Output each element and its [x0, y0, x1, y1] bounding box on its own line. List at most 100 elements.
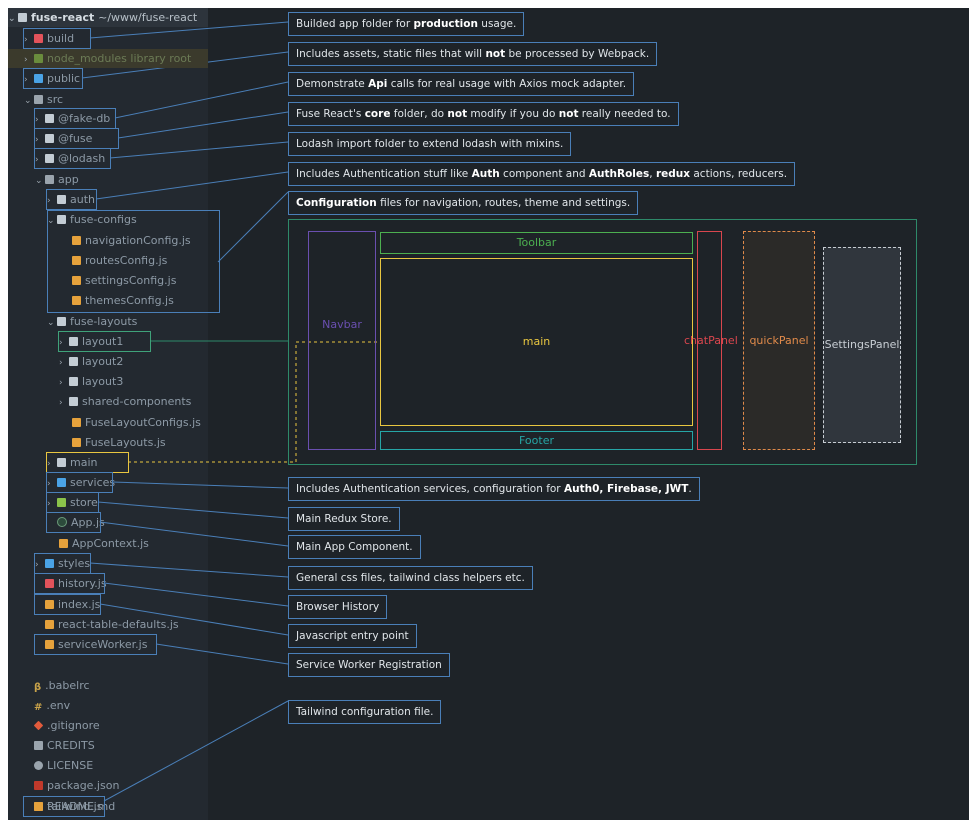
layout-toolbar: Toolbar: [380, 232, 693, 254]
env-icon: #: [34, 702, 43, 713]
tree-item-label: LICENSE: [47, 759, 94, 772]
tree-item-fuse-layouts[interactable]: ⌄ fuse-layouts: [47, 312, 137, 331]
tree-item-layout3[interactable]: › layout3: [59, 372, 123, 391]
layout-quickpanel: quickPanel: [743, 231, 815, 450]
tree-item-app[interactable]: ⌄ app: [35, 170, 79, 189]
annotation-build: Builded app folder for production usage.: [288, 12, 525, 36]
tree-item-label: .env: [46, 699, 71, 712]
tree-item-label: layout3: [82, 375, 124, 388]
tree-item-app-js[interactable]: App.js: [46, 512, 105, 533]
tree-item-label: .gitignore: [47, 719, 100, 732]
tree-item-node-modules[interactable]: › node_modules library root: [8, 49, 208, 68]
tree-item-fuse[interactable]: › @fuse: [34, 128, 119, 149]
tree-item-label: AppContext.js: [72, 537, 149, 550]
tree-item-main[interactable]: › main: [46, 452, 129, 473]
git-icon: [33, 720, 44, 731]
tree-item-label: navigationConfig.js: [85, 234, 191, 247]
tree-item-label: layout1: [82, 335, 124, 348]
tree-item-label: @fuse: [58, 132, 93, 145]
tree-item-tailwind[interactable]: tailwind.js: [23, 796, 105, 817]
tree-item-credits[interactable]: CREDITS: [34, 736, 95, 755]
tree-item-label: FuseLayouts.js: [85, 436, 166, 449]
tree-item-label: services: [70, 476, 116, 489]
tree-item-index[interactable]: index.js: [34, 594, 101, 615]
tree-item-fuse-configs[interactable]: ⌄ fuse-configs: [47, 210, 137, 229]
tree-item-label: serviceWorker.js: [58, 638, 148, 651]
tree-item-label: index.js: [58, 598, 101, 611]
tree-item-gitignore[interactable]: .gitignore: [33, 716, 100, 735]
tree-item-build[interactable]: › build: [23, 28, 91, 49]
tree-item-shared-components[interactable]: › shared-components: [59, 392, 191, 411]
annotation-styles: General css files, tailwind class helper…: [288, 566, 533, 590]
tree-item-services[interactable]: › services: [46, 472, 116, 493]
tree-item-auth[interactable]: › auth: [46, 189, 97, 210]
tree-item-navigation-config[interactable]: navigationConfig.js: [72, 231, 191, 250]
tree-item-babelrc[interactable]: β .babelrc: [34, 676, 90, 695]
annotation-fuse: Fuse React's core folder, do not modify …: [288, 102, 679, 126]
tree-item-label: history.js: [58, 577, 107, 590]
tree-item-label: .babelrc: [45, 679, 90, 692]
npm-icon: [34, 781, 43, 790]
tree-item-label: tailwind.js: [47, 800, 103, 813]
layout-chatpanel: chatPanel: [684, 231, 738, 450]
tree-item-label: auth: [70, 193, 95, 206]
tree-item-package-json[interactable]: package.json: [34, 776, 119, 795]
tree-item-fuse-layouts-js[interactable]: FuseLayouts.js: [72, 433, 166, 452]
tree-item-label: main: [70, 456, 98, 469]
annotation-lodash: Lodash import folder to extend lodash wi…: [288, 132, 572, 156]
tree-item-service-worker[interactable]: serviceWorker.js: [34, 634, 157, 655]
tree-item-themes-config[interactable]: themesConfig.js: [72, 291, 174, 310]
diagram-stage: ⌄ fuse-react ~/www/fuse-react › build › nod…: [0, 0, 978, 826]
tree-item-routes-config[interactable]: routesConfig.js: [72, 251, 167, 270]
tree-item-label: @fake-db: [58, 112, 111, 125]
annotation-public: Includes assets, static files that will …: [288, 42, 658, 66]
tree-item-label: app: [58, 173, 79, 186]
tree-item-label: build: [47, 32, 75, 45]
tree-item-public[interactable]: › public: [23, 68, 83, 89]
tree-item-label: fuse-configs: [70, 213, 137, 226]
tree-item-fake-db[interactable]: › @fake-db: [34, 108, 116, 129]
tree-item-label: App.js: [71, 516, 105, 529]
tree-root-label: fuse-react: [31, 11, 95, 24]
annotation-serviceworker: Service Worker Registration: [288, 653, 450, 677]
layout-main: main: [380, 258, 693, 426]
tree-item-react-table-defaults[interactable]: react-table-defaults.js: [35, 615, 179, 634]
tree-item-store[interactable]: › store: [46, 492, 99, 513]
tree-item-fuse-layout-configs[interactable]: FuseLayoutConfigs.js: [72, 413, 201, 432]
tree-item-settings-config[interactable]: settingsConfig.js: [72, 271, 176, 290]
tree-item-label: src: [47, 93, 64, 106]
annotation-auth: Includes Authentication stuff like Auth …: [288, 162, 796, 186]
babel-icon: β: [34, 682, 42, 693]
layout-footer: Footer: [380, 431, 693, 450]
tree-item-styles[interactable]: › styles: [34, 553, 91, 574]
tree-item-env[interactable]: # .env: [34, 696, 70, 715]
tree-item-lodash[interactable]: › @lodash: [34, 148, 111, 169]
tree-item-label: CREDITS: [47, 739, 95, 752]
license-icon: [34, 761, 43, 770]
file-icon: [34, 741, 43, 750]
tree-item-app-context[interactable]: AppContext.js: [59, 534, 149, 553]
layout-settingspanel: SettingsPanel: [823, 247, 901, 443]
tree-item-layout1[interactable]: › layout1: [58, 331, 151, 352]
tree-item-src[interactable]: ⌄ src: [24, 90, 63, 109]
tree-item-label: routesConfig.js: [85, 254, 168, 267]
layout-navbar: Navbar: [308, 231, 376, 450]
tree-item-label: fuse-layouts: [70, 315, 138, 328]
tree-item-layout2[interactable]: › layout2: [59, 352, 123, 371]
tree-root[interactable]: ⌄ fuse-react ~/www/fuse-react: [8, 8, 208, 27]
tree-item-label: styles: [58, 557, 91, 570]
annotation-app: Main App Component.: [288, 535, 421, 559]
annotation-tailwind: Tailwind configuration file.: [288, 700, 442, 724]
tree-item-label: public: [47, 72, 81, 85]
annotation-index: Javascript entry point: [288, 624, 417, 648]
tree-item-label: FuseLayoutConfigs.js: [85, 416, 201, 429]
tree-item-label: react-table-defaults.js: [58, 618, 179, 631]
tree-item-label: @lodash: [58, 152, 106, 165]
annotation-services: Includes Authentication services, config…: [288, 477, 700, 501]
tree-item-label: store: [70, 496, 98, 509]
annotation-configs: Configuration files for navigation, rout…: [288, 191, 639, 215]
tree-item-label: layout2: [82, 355, 124, 368]
tree-item-license[interactable]: LICENSE: [34, 756, 93, 775]
tree-item-label: themesConfig.js: [85, 294, 174, 307]
tree-item-history[interactable]: history.js: [34, 573, 107, 594]
